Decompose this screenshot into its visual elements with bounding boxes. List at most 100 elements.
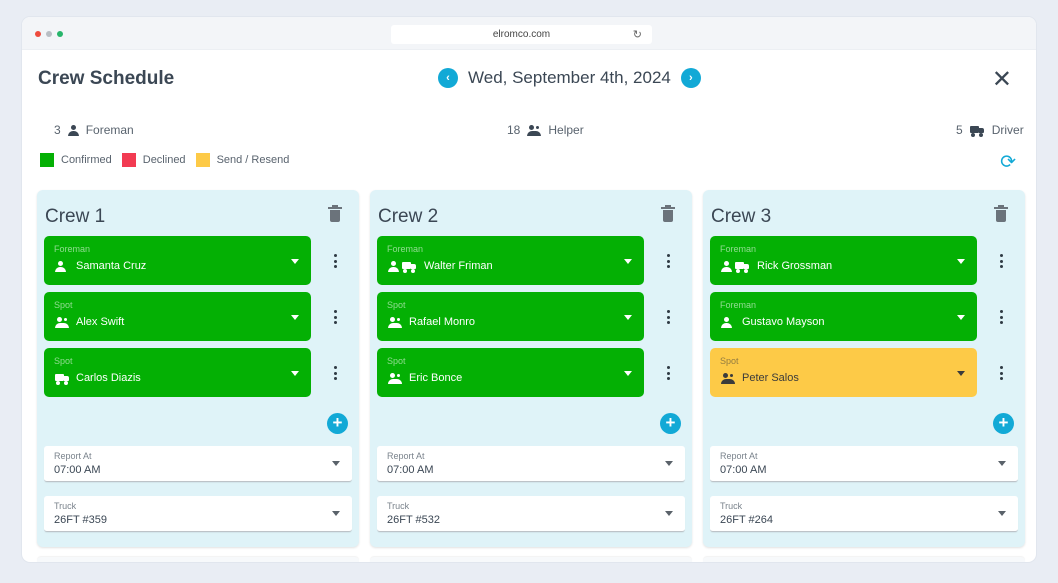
more-options-icon[interactable]	[334, 310, 338, 324]
crew-member-select[interactable]: Foreman Rick Grossman	[710, 236, 977, 285]
person-icon	[721, 260, 732, 272]
people-icon	[388, 316, 402, 328]
crew-member-select[interactable]: Spot Alex Swift	[44, 292, 311, 341]
more-options-icon[interactable]	[667, 310, 671, 324]
report-at-select[interactable]: Report At 07:00 AM	[377, 446, 685, 482]
page-title: Crew Schedule	[38, 68, 175, 89]
trash-icon[interactable]	[328, 205, 342, 222]
crew-member-select[interactable]: Spot Eric Bonce	[377, 348, 644, 397]
close-window-dot[interactable]	[35, 31, 41, 37]
more-options-icon[interactable]	[334, 254, 338, 268]
more-options-icon[interactable]	[334, 366, 338, 380]
truck-icon	[735, 261, 750, 273]
truck-select[interactable]: Truck 26FT #264	[710, 496, 1018, 532]
reload-icon[interactable]: ↻	[633, 28, 642, 41]
people-icon	[527, 124, 542, 136]
chevron-down-icon	[998, 511, 1006, 516]
legend-label: Send / Resend	[216, 154, 290, 166]
truck-select[interactable]: Truck 26FT #532	[377, 496, 685, 532]
driver-count-value: 5	[956, 123, 963, 137]
field-label: Truck	[387, 501, 410, 511]
field-value: 07:00 AM	[387, 464, 434, 476]
trash-icon[interactable]	[994, 205, 1008, 222]
member-name: Carlos Diazis	[76, 372, 141, 384]
crew-member-select[interactable]: Spot Rafael Monro	[377, 292, 644, 341]
add-member-button[interactable]: +	[327, 413, 348, 434]
field-value: 07:00 AM	[720, 464, 767, 476]
field-label: Report At	[54, 451, 92, 461]
chevron-down-icon	[957, 259, 965, 264]
more-options-icon[interactable]	[1000, 310, 1004, 324]
legend-label: Declined	[142, 154, 186, 166]
browser-chrome: elromco.com ↻	[22, 17, 1036, 50]
member-icons	[721, 316, 732, 328]
more-options-icon[interactable]	[1000, 366, 1004, 380]
address-bar[interactable]: elromco.com ↻	[391, 25, 652, 44]
member-role: Foreman	[720, 244, 757, 254]
crew-member-select[interactable]: Foreman Gustavo Mayson	[710, 292, 977, 341]
crew-member-select[interactable]: Foreman Walter Friman	[377, 236, 644, 285]
crew-member-select[interactable]: Foreman Samanta Cruz	[44, 236, 311, 285]
chevron-left-icon[interactable]: ‹	[438, 68, 458, 88]
chevron-down-icon	[624, 315, 632, 320]
member-role: Spot	[54, 300, 73, 310]
minimize-window-dot[interactable]	[46, 31, 52, 37]
close-icon[interactable]: ✕	[992, 65, 1012, 94]
confirmed-swatch	[40, 153, 54, 167]
trash-icon[interactable]	[661, 205, 675, 222]
people-icon	[721, 372, 735, 384]
crew-title: Crew 2	[378, 206, 439, 227]
member-name: Alex Swift	[76, 316, 125, 328]
legend-declined: Declined	[121, 153, 186, 167]
chevron-down-icon	[624, 259, 632, 264]
crew-member-select[interactable]: Spot Peter Salos	[710, 348, 977, 397]
more-options-icon[interactable]	[667, 254, 671, 268]
refresh-icon[interactable]: ⟳	[1000, 151, 1016, 174]
more-options-icon[interactable]	[1000, 254, 1004, 268]
field-label: Truck	[720, 501, 743, 511]
date-navigator: ‹ Wed, September 4th, 2024 ›	[438, 68, 701, 88]
member-name: Samanta Cruz	[76, 260, 147, 272]
chevron-down-icon	[624, 371, 632, 376]
truck-select[interactable]: Truck 26FT #359	[44, 496, 352, 532]
field-label: Report At	[720, 451, 758, 461]
more-options-icon[interactable]	[667, 366, 671, 380]
member-name: Rick Grossman	[757, 260, 833, 272]
chevron-down-icon	[665, 461, 673, 466]
field-label: Truck	[54, 501, 77, 511]
crew-card-partial	[703, 557, 1025, 562]
member-name: Eric Bonce	[409, 372, 463, 384]
chevron-right-icon[interactable]: ›	[680, 68, 701, 88]
add-member-button[interactable]: +	[993, 413, 1014, 434]
driver-count: 5 Driver	[956, 123, 1024, 137]
chevron-down-icon	[998, 461, 1006, 466]
person-icon	[721, 316, 732, 328]
current-date: Wed, September 4th, 2024	[468, 68, 671, 87]
crew-member-select[interactable]: Spot Carlos Diazis	[44, 348, 311, 397]
legend-label: Confirmed	[61, 154, 112, 166]
member-icons	[721, 260, 750, 273]
member-icons	[55, 372, 70, 385]
foreman-count-value: 3	[54, 123, 61, 137]
member-icons	[388, 372, 402, 384]
member-icons	[55, 316, 69, 328]
window-controls	[35, 31, 63, 37]
member-role: Spot	[720, 356, 739, 366]
truck-icon	[55, 373, 70, 385]
member-icons	[388, 316, 402, 328]
report-at-select[interactable]: Report At 07:00 AM	[710, 446, 1018, 482]
person-icon	[55, 260, 66, 272]
chevron-down-icon	[332, 461, 340, 466]
member-name: Peter Salos	[742, 372, 799, 384]
chevron-down-icon	[291, 371, 299, 376]
add-member-button[interactable]: +	[660, 413, 681, 434]
field-value: 07:00 AM	[54, 464, 101, 476]
foreman-count-label: Foreman	[85, 123, 134, 137]
report-at-select[interactable]: Report At 07:00 AM	[44, 446, 352, 482]
member-name: Rafael Monro	[409, 316, 476, 328]
helper-count-value: 18	[507, 123, 521, 137]
maximize-window-dot[interactable]	[57, 31, 63, 37]
member-role: Spot	[387, 300, 406, 310]
crew-card: Crew 3 Foreman Rick Grossman Foreman Gus…	[703, 190, 1025, 547]
chevron-down-icon	[332, 511, 340, 516]
